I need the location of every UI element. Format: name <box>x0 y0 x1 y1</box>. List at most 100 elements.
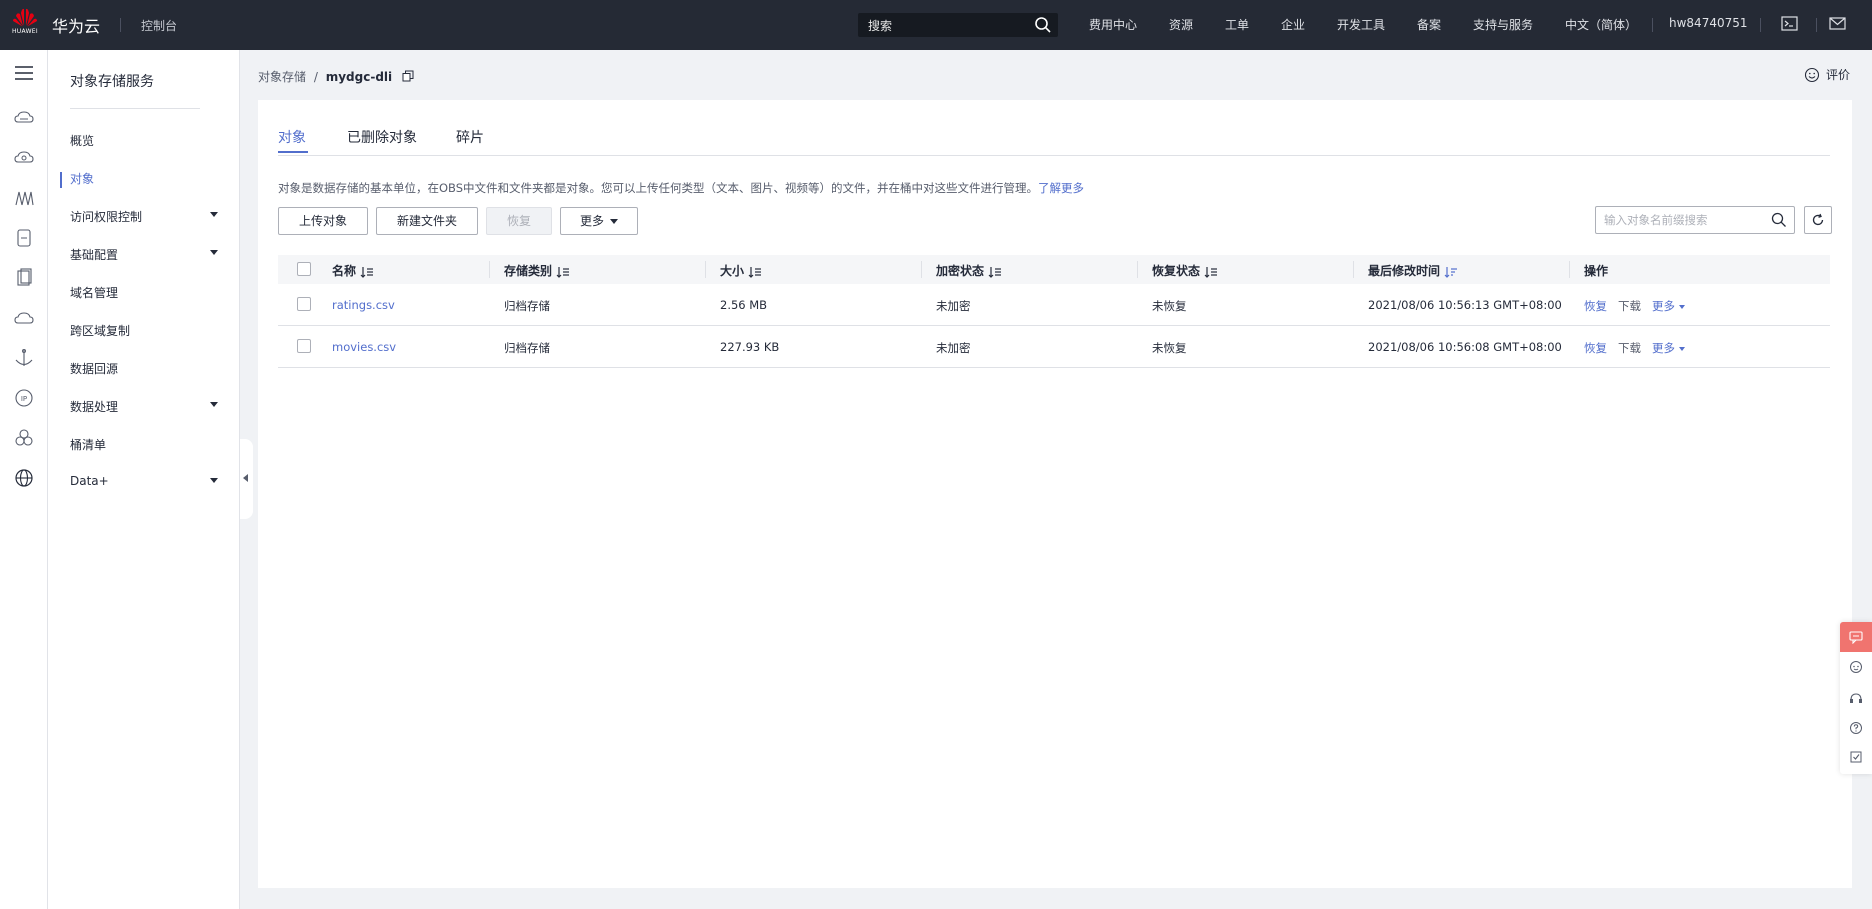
more-actions-button[interactable]: 更多 <box>560 207 638 235</box>
help-icon[interactable] <box>1849 721 1863 735</box>
search-icon[interactable] <box>1771 212 1787 228</box>
global-search-input[interactable]: 搜索 <box>858 13 1058 37</box>
sidebar-item-basic-config[interactable]: 基础配置 <box>70 246 230 264</box>
column-header-label: 最后修改时间 <box>1368 264 1441 278</box>
checklist-icon[interactable] <box>1849 750 1863 764</box>
tab-objects[interactable]: 对象 <box>278 127 306 147</box>
select-all-checkbox[interactable] <box>297 262 311 276</box>
headset-icon[interactable] <box>1849 692 1863 706</box>
sidebar-item-back-to-source[interactable]: 数据回源 <box>70 360 230 378</box>
column-header-size[interactable]: 大小 <box>720 262 762 279</box>
sidebar-item-cross-region[interactable]: 跨区域复制 <box>70 322 230 340</box>
sidebar-item-overview[interactable]: 概览 <box>70 132 230 150</box>
svg-text:IP: IP <box>21 395 27 403</box>
sidebar-item-data-processing[interactable]: 数据处理 <box>70 398 230 416</box>
column-header-last-modified[interactable]: 最后修改时间 <box>1368 262 1458 279</box>
object-search-field[interactable] <box>1595 206 1795 234</box>
nav-filing[interactable]: 备案 <box>1417 16 1441 33</box>
last-modified-cell: 2021/08/06 10:56:13 GMT+08:00 <box>1368 298 1562 312</box>
sidebar-item-data-plus[interactable]: Data+ <box>70 474 230 492</box>
table-row: movies.csv 归档存储 227.93 KB 未加密 未恢复 2021/0… <box>278 326 1830 368</box>
cluster-icon[interactable] <box>13 427 35 449</box>
sidebar-item-inventory[interactable]: 桶清单 <box>70 436 230 454</box>
nav-language[interactable]: 中文（简体） <box>1565 16 1637 33</box>
column-header-label: 名称 <box>332 264 357 278</box>
sort-icon <box>748 266 762 278</box>
column-divider <box>705 261 706 278</box>
encryption-cell: 未加密 <box>936 299 971 313</box>
smile-icon <box>1804 67 1820 83</box>
anchor-icon[interactable] <box>13 347 35 369</box>
sidebar-title: 对象存储服务 <box>70 74 154 90</box>
bucket-icon[interactable] <box>13 187 35 209</box>
brand-name[interactable]: 华为云 <box>52 13 100 37</box>
nav-username[interactable]: hw84740751 <box>1669 16 1748 30</box>
top-navbar: HUAWEI 华为云 控制台 搜索 费用中心 资源 工单 企业 开发工具 备案 … <box>0 0 1872 50</box>
object-search-input[interactable] <box>1604 211 1764 229</box>
nav-tickets[interactable]: 工单 <box>1225 16 1249 33</box>
column-header-restore-status[interactable]: 恢复状态 <box>1152 262 1218 279</box>
breadcrumb-separator: / <box>313 70 318 84</box>
main-panel: 对象 已删除对象 碎片 对象是数据存储的基本单位，在OBS中文件和文件夹都是对象… <box>258 100 1852 888</box>
refresh-icon <box>1812 213 1824 226</box>
row-checkbox[interactable] <box>297 339 311 353</box>
globe-icon[interactable] <box>13 467 35 489</box>
mail-icon[interactable] <box>1829 15 1846 32</box>
nav-enterprise[interactable]: 企业 <box>1281 16 1305 33</box>
more-action-link[interactable]: 更多 <box>1652 340 1685 356</box>
column-header-storage-class[interactable]: 存储类别 <box>504 262 570 279</box>
column-header-name[interactable]: 名称 <box>332 262 374 279</box>
sidebar-item-domain[interactable]: 域名管理 <box>70 284 230 302</box>
cloud-service-icon[interactable] <box>13 147 35 169</box>
column-divider <box>489 261 490 278</box>
more-action-label: 更多 <box>1652 299 1675 313</box>
robot-icon[interactable] <box>1849 660 1863 674</box>
new-folder-button[interactable]: 新建文件夹 <box>376 207 478 235</box>
menu-icon[interactable] <box>13 62 35 84</box>
search-icon[interactable] <box>1034 16 1052 34</box>
row-checkbox[interactable] <box>297 297 311 311</box>
restore-button[interactable]: 恢复 <box>486 207 552 235</box>
nav-billing[interactable]: 费用中心 <box>1089 16 1137 33</box>
service-icon-rail: IP <box>0 50 48 909</box>
restore-action-link[interactable]: 恢复 <box>1584 340 1607 356</box>
object-name-link[interactable]: ratings.csv <box>332 298 395 312</box>
document-icon[interactable] <box>13 267 35 289</box>
breadcrumb-parent[interactable]: 对象存储 <box>258 70 306 84</box>
upload-object-button[interactable]: 上传对象 <box>278 207 368 235</box>
more-action-label: 更多 <box>1652 341 1675 355</box>
feedback-button[interactable]: 评价 <box>1804 66 1850 83</box>
refresh-button[interactable] <box>1804 206 1832 234</box>
container-icon[interactable] <box>13 227 35 249</box>
sidebar-collapse-toggle[interactable] <box>240 439 253 519</box>
nav-resources[interactable]: 资源 <box>1169 16 1193 33</box>
nav-dev-tools[interactable]: 开发工具 <box>1337 16 1385 33</box>
console-link[interactable]: 控制台 <box>141 17 177 34</box>
sidebar-item-label: 数据处理 <box>70 400 119 414</box>
column-header-encryption[interactable]: 加密状态 <box>936 262 1002 279</box>
terminal-icon[interactable] <box>1781 15 1798 32</box>
object-name-link[interactable]: movies.csv <box>332 340 396 354</box>
chat-button[interactable] <box>1840 622 1872 652</box>
more-action-link[interactable]: 更多 <box>1652 298 1685 314</box>
nav-support[interactable]: 支持与服务 <box>1473 16 1533 33</box>
ip-icon[interactable]: IP <box>13 387 35 409</box>
column-header-label: 恢复状态 <box>1152 264 1201 278</box>
download-action-link[interactable]: 下载 <box>1618 340 1641 356</box>
sidebar-item-objects[interactable]: 对象 <box>70 170 230 188</box>
chevron-down-icon <box>210 250 218 255</box>
tab-fragments[interactable]: 碎片 <box>456 127 484 147</box>
cloud-icon[interactable] <box>13 307 35 329</box>
learn-more-link[interactable]: 了解更多 <box>1038 181 1084 195</box>
download-action-link[interactable]: 下载 <box>1618 298 1641 314</box>
column-header-label: 存储类别 <box>504 264 553 278</box>
tab-deleted-objects[interactable]: 已删除对象 <box>347 127 417 147</box>
sort-desc-icon <box>1444 266 1458 278</box>
column-header-actions: 操作 <box>1584 262 1608 279</box>
copy-icon[interactable] <box>402 70 414 82</box>
chevron-down-icon <box>610 219 618 224</box>
restore-action-link[interactable]: 恢复 <box>1584 298 1607 314</box>
cloud-server-icon[interactable] <box>13 107 35 129</box>
huawei-logo[interactable]: HUAWEI <box>8 7 42 41</box>
sidebar-item-access-control[interactable]: 访问权限控制 <box>70 208 230 226</box>
